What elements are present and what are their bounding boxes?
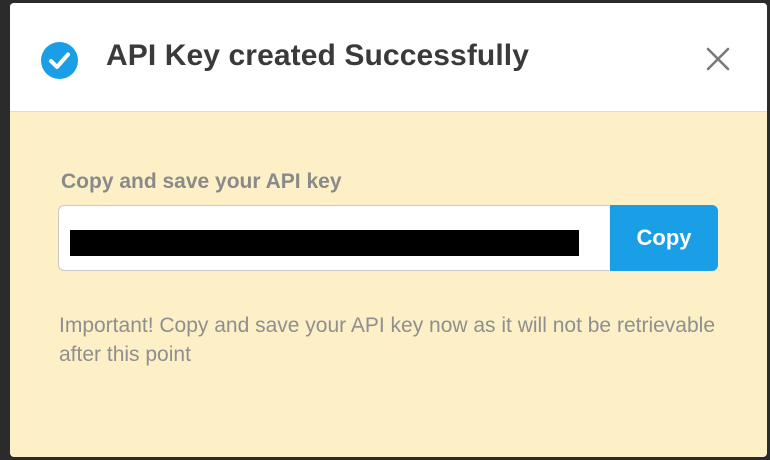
copy-button[interactable]: Copy — [610, 205, 718, 271]
modal-body: Copy and save your API key Copy Importan… — [10, 112, 767, 457]
api-key-field[interactable] — [58, 205, 609, 271]
close-icon — [700, 47, 736, 81]
api-key-modal: API Key created Successfully Copy and sa… — [10, 3, 767, 457]
modal-header: API Key created Successfully — [10, 3, 767, 112]
check-circle-icon — [41, 42, 78, 79]
modal-title: API Key created Successfully — [106, 39, 530, 72]
warning-message: Important! Copy and save your API key no… — [59, 314, 715, 366]
api-key-label: Copy and save your API key — [61, 170, 342, 193]
api-key-redacted-value — [70, 230, 579, 256]
close-button[interactable] — [700, 41, 736, 77]
